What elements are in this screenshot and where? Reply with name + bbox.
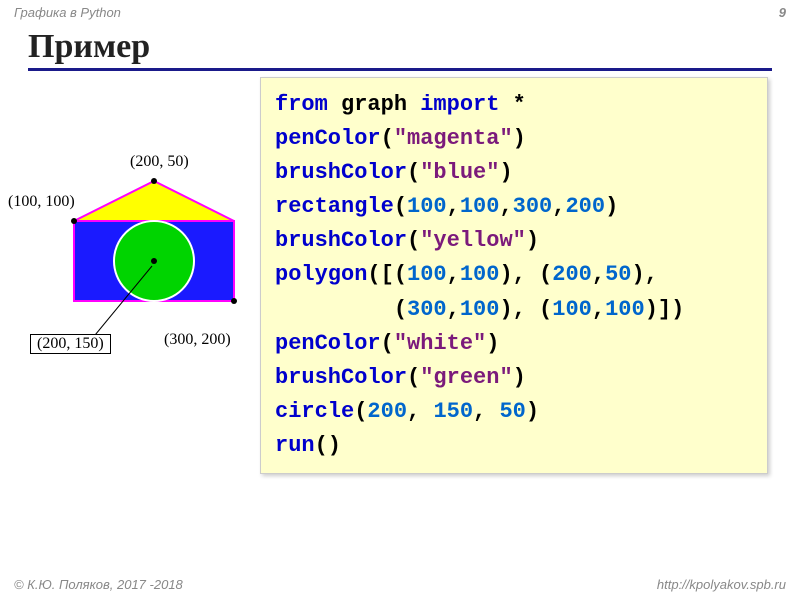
n: 200: [367, 399, 407, 424]
fn-rectangle: rectangle: [275, 194, 394, 219]
p: ), (: [499, 262, 552, 287]
p: ),: [631, 262, 657, 287]
p: ,: [552, 194, 565, 219]
p: (: [275, 297, 407, 322]
id-graph: graph: [328, 92, 420, 117]
p: (: [381, 126, 394, 151]
p: ,: [447, 297, 460, 322]
footer: © К.Ю. Поляков, 2017 -2018 http://kpolya…: [0, 574, 800, 600]
label-p1: (200, 50): [130, 153, 189, 171]
p: ), (: [499, 297, 552, 322]
str-white: "white": [394, 331, 486, 356]
p: (: [394, 194, 407, 219]
n: 100: [605, 297, 645, 322]
p: ): [513, 365, 526, 390]
fn-brushcolor-2: brushColor: [275, 228, 407, 253]
p: (: [354, 399, 367, 424]
house-figure: (200, 50) (100, 100) (300, 200) (200, 15…: [24, 131, 284, 391]
n: 100: [460, 297, 500, 322]
p: ,: [499, 194, 512, 219]
page-number: 9: [779, 5, 786, 20]
fn-polygon: polygon: [275, 262, 367, 287]
p: ): [526, 399, 539, 424]
p: ,: [592, 297, 605, 322]
p: ,: [447, 262, 460, 287]
p: (: [381, 331, 394, 356]
label-p2: (100, 100): [8, 193, 75, 211]
n: 100: [407, 262, 447, 287]
p: (: [407, 228, 420, 253]
n: 100: [552, 297, 592, 322]
n: 50: [605, 262, 631, 287]
n: 150: [433, 399, 473, 424]
title-wrap: Пример: [0, 24, 800, 71]
fn-pencolor-1: penColor: [275, 126, 381, 151]
p: ,: [447, 194, 460, 219]
p: (): [315, 433, 341, 458]
footer-copyright: © К.Ю. Поляков, 2017 -2018: [14, 577, 183, 592]
label-p4: (200, 150): [30, 334, 111, 354]
p: (: [407, 160, 420, 185]
n: 300: [513, 194, 553, 219]
str-green: "green": [420, 365, 512, 390]
fn-brushcolor-3: brushColor: [275, 365, 407, 390]
p: ,: [473, 399, 499, 424]
p: (: [407, 365, 420, 390]
label-p3: (300, 200): [164, 331, 231, 349]
n: 200: [552, 262, 592, 287]
n: 50: [499, 399, 525, 424]
op-star: *: [499, 92, 525, 117]
fn-brushcolor-1: brushColor: [275, 160, 407, 185]
p: ,: [407, 399, 433, 424]
fn-pencolor-2: penColor: [275, 331, 381, 356]
header-topic: Графика в Python: [14, 5, 121, 20]
slide: Графика в Python 9 Пример (200, 5: [0, 0, 800, 600]
str-yellow: "yellow": [420, 228, 526, 253]
page-title: Пример: [28, 28, 772, 71]
n: 200: [565, 194, 605, 219]
n: 100: [460, 262, 500, 287]
str-blue: "blue": [420, 160, 499, 185]
p: ): [486, 331, 499, 356]
p: ([(: [367, 262, 407, 287]
n: 100: [460, 194, 500, 219]
fn-circle: circle: [275, 399, 354, 424]
n: 300: [407, 297, 447, 322]
p: ): [605, 194, 618, 219]
kw-import: import: [420, 92, 499, 117]
footer-url: http://kpolyakov.spb.ru: [657, 577, 786, 592]
fn-run: run: [275, 433, 315, 458]
content: (200, 50) (100, 100) (300, 200) (200, 15…: [0, 71, 800, 574]
str-magenta: "magenta": [394, 126, 513, 151]
p: ): [526, 228, 539, 253]
p: ): [513, 126, 526, 151]
p: ,: [592, 262, 605, 287]
p: ): [499, 160, 512, 185]
p: )]): [645, 297, 685, 322]
n: 100: [407, 194, 447, 219]
kw-from: from: [275, 92, 328, 117]
code-block: from graph import * penColor("magenta") …: [260, 77, 768, 474]
header: Графика в Python 9: [0, 0, 800, 24]
